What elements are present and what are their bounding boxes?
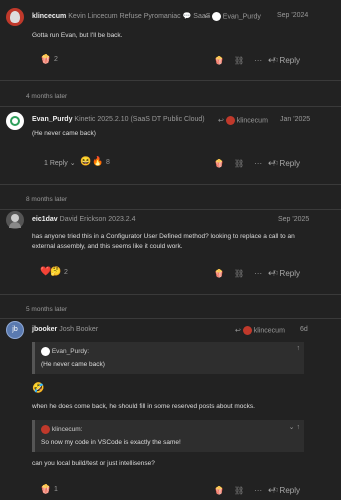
post-body: when he does come back, he should fill i… [32,403,255,410]
reply-icon: ↩ [268,268,276,278]
avatar[interactable] [6,112,24,130]
reply-to[interactable]: ↩ klincecum [235,326,285,335]
quote-controls: ⌄ ↑ [289,423,300,431]
avatar [41,347,50,356]
avatar [242,326,252,335]
reaction-count: 2 [64,269,68,276]
full-name: David Erickson [59,216,107,223]
avatar[interactable] [6,211,24,229]
saas-icon: 💬 [182,13,192,20]
username[interactable]: eic1dav [32,216,58,223]
chevron-down-icon[interactable]: ⌄ [289,424,295,431]
fire-reaction-icon[interactable]: 🔥 [92,156,103,167]
time-gap: 4 months later [26,93,68,100]
reaction-count: 1 [54,486,58,493]
post-date[interactable]: Sep '2024 [277,12,308,19]
quote-klincecum: klincecum: ⌄ ↑ So now my code in VSCode … [32,420,304,452]
reply-to[interactable]: ↩ klincecum [218,116,268,125]
avatar [225,116,235,125]
post-date[interactable]: Jan '2025 [280,116,310,123]
avatar[interactable] [6,8,24,26]
time-gap: 5 months later [26,306,68,313]
quote-header[interactable]: Evan_Purdy: [41,347,89,356]
popcorn-icon[interactable]: 🍿 [214,56,234,65]
divider [0,80,341,81]
popcorn-icon[interactable]: 🍿 [214,269,234,278]
link-icon[interactable]: ⛓ [234,159,254,168]
post-date[interactable]: Sep '2025 [278,216,309,223]
post-body: (He never came back) [32,130,96,137]
link-icon[interactable]: ⛓ [234,56,254,65]
user-title: Kinetic 2025.2.10 (SaaS DT Public Cloud) [74,116,205,123]
rofl-emoji-icon: 🤣 [32,383,45,394]
full-name: Kevin Lincecum [68,13,118,20]
popcorn-reaction-icon[interactable]: 🍿 [40,54,51,65]
reply-arrow-icon: ↩ [204,13,210,21]
quote-evan-purdy: Evan_Purdy: ↑ (He never came back) [32,342,304,374]
user-title: 2023.2.4 [108,216,136,223]
quote-body: (He never came back) [41,361,105,368]
reply-arrow-icon: ↩ [235,327,241,335]
username[interactable]: klincecum [32,13,66,20]
chevron-down-icon: ⌄ [69,160,76,167]
reply-icon: ↩ [268,485,276,495]
popcorn-icon[interactable]: 🍿 [214,159,234,168]
divider [0,184,341,185]
arrow-up-icon[interactable]: ↑ [297,424,301,431]
reply-button[interactable]: ↩ Reply [268,158,300,169]
link-icon[interactable]: ⛓ [234,269,254,278]
reply-button[interactable]: ↩ Reply [268,55,300,66]
replies-toggle[interactable]: 1 Reply ⌄ [44,159,76,167]
divider [0,318,341,319]
avatar[interactable]: jb [6,321,24,339]
divider [0,106,341,107]
popcorn-reaction-icon[interactable]: 🍿 [40,484,51,495]
quote-body: So now my code in VSCode is exactly the … [41,439,181,446]
popcorn-icon[interactable]: 🍿 [214,486,234,495]
post-body-line: external assembly, and this seems like i… [32,243,183,250]
post-body: Gotta run Evan, but I'll be back. [32,32,123,39]
reaction-count: 8 [106,159,110,166]
reply-icon: ↩ [268,158,276,168]
reply-arrow-icon: ↩ [218,117,224,125]
post-date[interactable]: 6d [300,326,308,333]
time-gap: 8 months later [26,196,68,203]
link-icon[interactable]: ⛓ [234,486,254,495]
reply-to[interactable]: ↩ Evan_Purdy [204,12,261,21]
username[interactable]: jbooker [32,326,57,333]
post-body: can you local build/test or just intelli… [32,460,155,467]
divider [0,209,341,210]
reply-button[interactable]: ↩ Reply [268,485,300,496]
divider [0,294,341,295]
avatar [41,425,50,434]
laughing-reaction-icon[interactable]: 😆 [80,156,91,167]
expand-quote-icon[interactable]: ↑ [297,345,301,352]
reply-icon: ↩ [268,55,276,65]
username[interactable]: Evan_Purdy [32,116,72,123]
quote-header[interactable]: klincecum: [41,425,83,434]
user-title: Refuse Pyromaniac [119,13,181,20]
full-name: Josh Booker [59,326,99,333]
reply-button[interactable]: ↩ Reply [268,268,300,279]
avatar [211,12,221,21]
thinking-reaction-icon[interactable]: 🤔 [50,266,61,277]
reaction-count: 2 [54,56,58,63]
